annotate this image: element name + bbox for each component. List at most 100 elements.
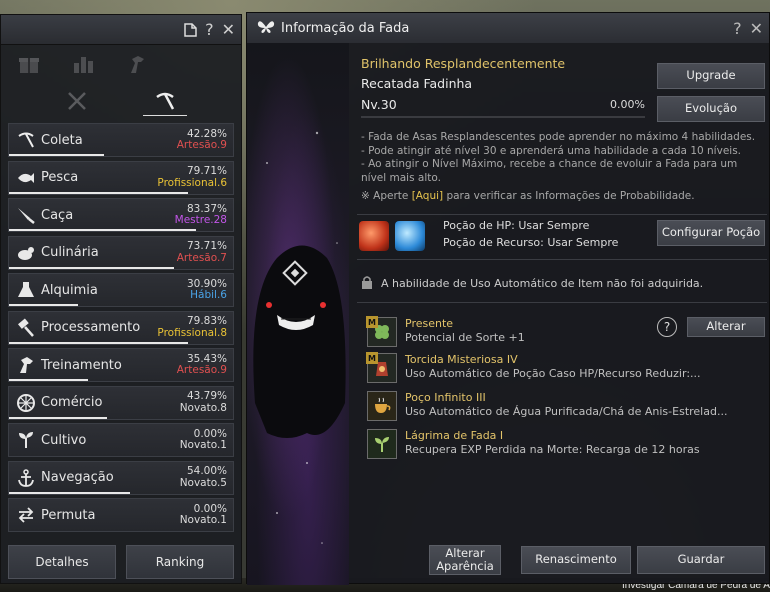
- fairy-exp-bar: [361, 116, 645, 118]
- category-tabs: [1, 45, 241, 83]
- help-icon[interactable]: ?: [657, 317, 677, 337]
- life-skill-progress-bar: [9, 229, 196, 231]
- probability-link[interactable]: [Aqui]: [412, 190, 443, 202]
- fish-icon: [15, 167, 37, 189]
- fairy-info-titlebar: Informação da Fada ? ✕: [247, 13, 769, 43]
- life-skill-row[interactable]: Processamento 79.83% Profissional.8: [8, 310, 234, 345]
- life-skill-progress-bar: [9, 154, 104, 156]
- document-icon[interactable]: [184, 22, 197, 37]
- life-skill-rank: Artesão.9: [176, 364, 227, 376]
- fairy-description: - Fada de Asas Resplandescentes pode apr…: [361, 131, 761, 203]
- life-skills-panel: ? ✕ Coleta 42.28% Artesão.9 Pesca 79.71%…: [0, 14, 242, 584]
- life-skill-row[interactable]: Permuta 0.00% Novato.1: [8, 498, 234, 532]
- help-icon[interactable]: ?: [733, 19, 742, 38]
- life-skill-rank: Artesão.9: [176, 139, 227, 151]
- fairy-skill-name: Poço Infinito III: [405, 391, 486, 404]
- details-button[interactable]: Detalhes: [8, 545, 116, 579]
- life-skill-rank: Profissional.8: [157, 326, 227, 339]
- life-skill-rank: Novato.5: [179, 476, 227, 489]
- divider: [357, 302, 767, 303]
- life-skill-progress-bar: [9, 191, 188, 194]
- description-line: - Fada de Asas Resplandescentes pode apr…: [361, 131, 756, 143]
- fairy-skill-desc: Uso Automático de Água Purificada/Chá de…: [405, 404, 728, 418]
- horse-head-icon: [15, 354, 37, 376]
- fairy-skill-desc: Recupera EXP Perdida na Morte: Recarga d…: [405, 442, 700, 456]
- resource-potion-icon: [395, 221, 425, 251]
- bar-chart-icon[interactable]: [59, 49, 107, 79]
- life-skill-name: Cultivo: [41, 432, 87, 448]
- ranking-button[interactable]: Ranking: [126, 545, 234, 579]
- life-skill-progress-bar: [9, 341, 188, 344]
- life-skill-name: Coleta: [41, 132, 83, 148]
- life-skill-row[interactable]: Coleta 42.28% Artesão.9: [8, 123, 234, 157]
- auto-item-row: A habilidade de Uso Automático de Item n…: [361, 275, 703, 292]
- horse-icon[interactable]: [113, 49, 161, 79]
- life-skill-progress-bar: [9, 416, 108, 419]
- close-icon[interactable]: ✕: [750, 19, 763, 38]
- upgrade-button[interactable]: Upgrade: [657, 63, 765, 89]
- life-skill-name: Navegação: [41, 470, 114, 485]
- knife-icon: [15, 204, 37, 226]
- store-button[interactable]: Guardar: [637, 546, 765, 574]
- life-skill-rank: Artesão.7: [176, 251, 227, 264]
- change-appearance-button[interactable]: Alterar Aparência: [429, 545, 501, 575]
- life-skill-name: Permuta: [41, 507, 96, 523]
- evolution-button[interactable]: Evolução: [657, 96, 765, 122]
- life-skill-name: Alquimia: [41, 282, 98, 298]
- divider: [357, 259, 767, 260]
- fairy-portrait: [247, 43, 349, 585]
- crossed-swords-icon[interactable]: [55, 86, 99, 116]
- life-skill-row[interactable]: Comércio 43.79% Novato.8: [8, 385, 234, 420]
- life-skill-row[interactable]: Alquimia 30.90% Hábil.6: [8, 273, 234, 307]
- life-skill-progress-bar: [9, 491, 130, 494]
- fairy-skill-name: Presente: [405, 317, 454, 330]
- resource-potion-setting: Poção de Recurso: Usar Sempre: [443, 236, 619, 249]
- fairy-skill-row[interactable]: M Torcida Misteriosa IV Uso Automático d…: [366, 352, 767, 385]
- life-skill-rank: Novato.1: [179, 514, 227, 526]
- divider: [357, 214, 767, 215]
- fairy-skill-row[interactable]: Lágrima de Fada I Recupera EXP Perdida n…: [367, 429, 767, 461]
- rebirth-button[interactable]: Renascimento: [521, 546, 631, 574]
- life-skill-progress-bar: [9, 304, 79, 306]
- change-skill-button[interactable]: Alterar: [687, 317, 765, 337]
- life-skill-rank: Novato.8: [179, 401, 227, 414]
- life-skill-row[interactable]: Pesca 79.71% Profissional.6: [8, 160, 234, 195]
- fairy-skill-desc: Uso Automático de Poção Caso HP/Recurso …: [405, 366, 701, 380]
- life-skill-rank: Novato.1: [179, 439, 227, 451]
- gift-icon[interactable]: [5, 49, 53, 79]
- life-skill-name: Processamento: [41, 320, 141, 335]
- potion-bag-icon: M: [366, 352, 397, 383]
- hp-potion-setting: Poção de HP: Usar Sempre: [443, 219, 590, 232]
- pickaxe-icon[interactable]: [143, 86, 187, 116]
- life-skill-list: Coleta 42.28% Artesão.9 Pesca 79.71% Profi…: [1, 119, 241, 532]
- clover-icon: M: [366, 316, 397, 347]
- close-icon[interactable]: ✕: [222, 21, 235, 38]
- fairy-info-panel: Informação da Fada ? ✕ Brilhando Resplan…: [246, 12, 770, 585]
- skill-badge: M: [366, 352, 378, 364]
- life-skill-rank: Mestre.28: [174, 214, 227, 226]
- fairy-skill-row[interactable]: Poço Infinito III Uso Automático de Água…: [367, 391, 767, 423]
- life-skill-row[interactable]: Treinamento 35.43% Artesão.9: [8, 348, 234, 382]
- life-skill-row[interactable]: Caça 83.37% Mestre.28: [8, 198, 234, 232]
- life-skills-footer: Detalhes Ranking: [8, 545, 234, 579]
- help-icon[interactable]: ?: [205, 21, 214, 38]
- probability-note: ※ Aperte [Aqui] para verificar as Inform…: [361, 189, 695, 202]
- life-skill-row[interactable]: Navegação 54.00% Novato.5: [8, 460, 234, 495]
- chicken-icon: [15, 242, 37, 264]
- pickaxe-icon: [15, 129, 37, 151]
- life-skill-rank: Profissional.6: [157, 176, 227, 189]
- configure-potion-button[interactable]: Configurar Poção: [657, 220, 765, 246]
- hp-potion-icon: [359, 221, 389, 251]
- hammer-icon: [15, 317, 37, 339]
- fairy-skill-name: Torcida Misteriosa IV: [405, 353, 518, 366]
- fairy-name: Brilhando Resplandecentemente: [361, 56, 566, 71]
- life-skill-name: Pesca: [41, 170, 79, 185]
- life-skill-row[interactable]: Culinária 73.71% Artesão.7: [8, 235, 234, 270]
- fairy-subtitle: Recatada Fadinha: [361, 76, 473, 91]
- fairy-info-title: Informação da Fada: [281, 20, 410, 36]
- fairy-exp-percent: 0.00%: [610, 98, 645, 111]
- anchor-icon: [15, 467, 37, 489]
- life-skill-row[interactable]: Cultivo 0.00% Novato.1: [8, 423, 234, 457]
- skill-type-subtabs: [1, 83, 241, 119]
- fairy-level: Nv.30: [361, 97, 397, 112]
